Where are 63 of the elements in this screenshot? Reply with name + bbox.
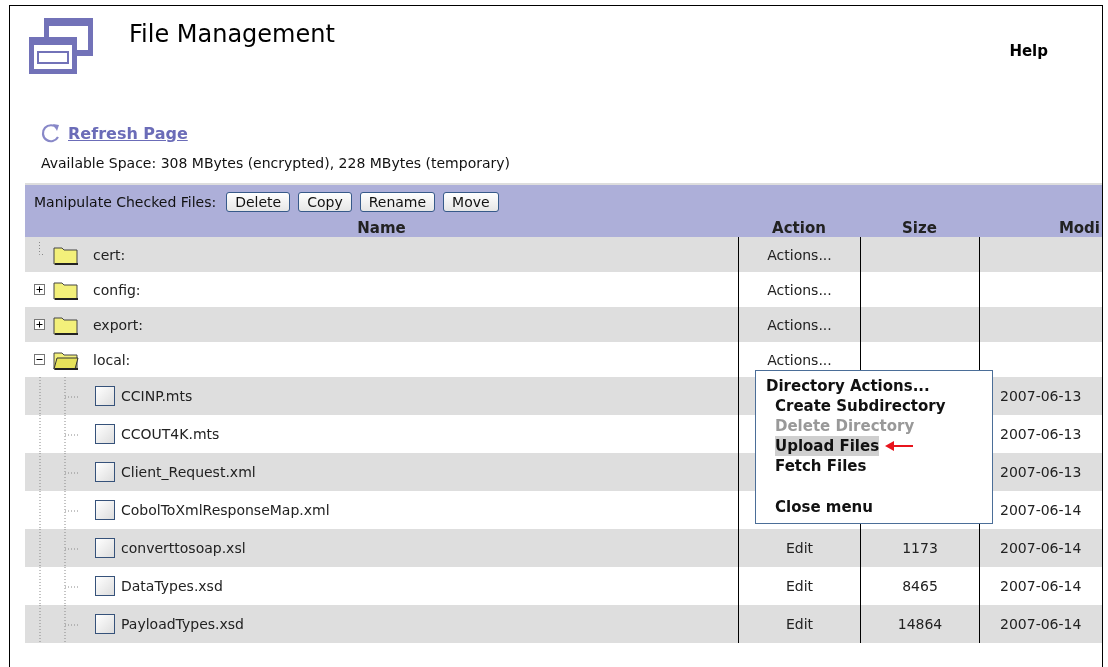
folder-icon (53, 314, 79, 335)
toolbar-button[interactable]: Delete (226, 192, 291, 212)
modified-date: 2007-06-13 (1000, 426, 1082, 442)
modified-date: 2007-06-13 (1000, 464, 1082, 480)
edit-link[interactable]: Edit (785, 578, 814, 594)
open-folder-icon (53, 349, 79, 370)
toolbar-button[interactable]: Move (443, 192, 499, 212)
page-title: File Management (129, 20, 335, 48)
toolbar-button[interactable]: Rename (359, 192, 436, 212)
folder-name[interactable]: cert: (93, 246, 126, 263)
windows-icon (29, 18, 93, 74)
collapse-toggle-icon[interactable] (34, 354, 45, 365)
refresh-link[interactable]: Refresh Page (68, 123, 188, 143)
file-name: PayloadTypes.xsd (121, 616, 244, 632)
actions-link[interactable]: Actions... (767, 316, 832, 333)
file-checkbox[interactable] (95, 576, 115, 596)
column-header[interactable]: Name (357, 219, 406, 237)
file-checkbox[interactable] (95, 500, 115, 520)
tree-line (39, 242, 45, 255)
file-checkbox[interactable] (95, 462, 115, 482)
folder-icon (53, 279, 79, 300)
edit-link[interactable]: Edit (785, 616, 814, 632)
file-name: DataTypes.xsd (121, 578, 223, 594)
actions-link[interactable]: Actions... (767, 351, 832, 368)
available-space-text: Available Space: 308 MBytes (encrypted), 228 MBytes (temporary) (41, 155, 512, 173)
file-checkbox[interactable] (95, 386, 115, 406)
actions-link[interactable]: Actions... (767, 246, 832, 263)
modified-date: 2007-06-14 (1000, 540, 1082, 556)
file-name: converttosoap.xsl (121, 540, 246, 556)
refresh-icon[interactable] (40, 122, 62, 144)
expand-toggle-icon[interactable] (34, 319, 45, 330)
column-header[interactable]: Action (772, 219, 826, 237)
toolbar-label: Manipulate Checked Files: (34, 194, 217, 210)
menu-item[interactable]: Upload Files (775, 436, 880, 456)
menu-title: Directory Actions... (766, 376, 931, 396)
modified-date: 2007-06-14 (1000, 616, 1082, 632)
folder-icon (53, 244, 79, 265)
column-header[interactable]: Size (902, 219, 937, 237)
file-checkbox[interactable] (95, 614, 115, 634)
file-name: CCOUT4K.mts (121, 426, 220, 442)
file-name: Client_Request.xml (121, 464, 256, 480)
help-link[interactable]: Help (1009, 42, 1048, 60)
folder-name[interactable]: export: (93, 316, 144, 333)
folder-name[interactable]: local: (93, 351, 131, 368)
expand-toggle-icon[interactable] (34, 284, 45, 295)
file-name: CCINP.mts (121, 388, 193, 404)
actions-link[interactable]: Actions... (767, 281, 832, 298)
modified-date: 2007-06-13 (1000, 388, 1082, 404)
modified-date: 2007-06-14 (1000, 502, 1082, 518)
size-text: 1173 (902, 540, 938, 556)
close-menu-item[interactable]: Close menu (775, 497, 873, 517)
toolbar-button[interactable]: Copy (298, 192, 352, 212)
modified-date: 2007-06-14 (1000, 578, 1082, 594)
file-checkbox[interactable] (95, 538, 115, 558)
size-text: 8465 (902, 578, 938, 594)
file-name: CobolToXmlResponseMap.xml (121, 502, 330, 518)
file-checkbox[interactable] (95, 424, 115, 444)
size-text: 14864 (897, 616, 943, 632)
column-header[interactable]: Modi (1058, 219, 1100, 237)
edit-link[interactable]: Edit (785, 540, 814, 556)
menu-item[interactable]: Fetch Files (775, 456, 867, 476)
folder-name[interactable]: config: (93, 281, 141, 298)
menu-item[interactable]: Create Subdirectory (775, 396, 946, 416)
